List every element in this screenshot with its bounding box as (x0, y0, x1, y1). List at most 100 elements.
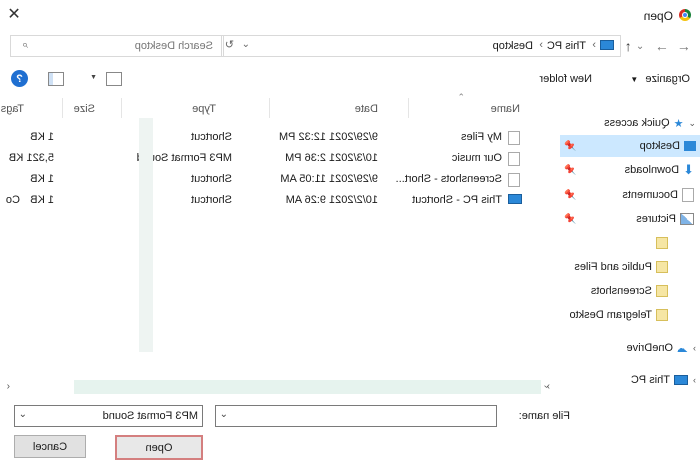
sidebar-item-screenshots[interactable]: Screenshots (560, 280, 700, 302)
sidebar-item-label: Downloads (624, 164, 680, 176)
scroll-left-icon[interactable]: ‹ (7, 381, 10, 392)
this-pc-label: This PC (630, 374, 670, 386)
cancel-label: Cancel (32, 440, 68, 453)
folder-icon (656, 309, 668, 321)
file-type: Shortcut (191, 194, 232, 206)
file-size: 1 KB (30, 131, 54, 143)
caret-down-icon: ▼ (630, 75, 639, 84)
sidebar-item-telegram-desktop[interactable]: Telegram Deskto (560, 304, 700, 326)
file-date: 9/29/2021 11:05 AM (280, 173, 378, 185)
pin-icon: 📌 (564, 164, 577, 176)
view-caret-icon[interactable]: ▼ (90, 74, 97, 81)
forward-arrow-icon: → (655, 38, 669, 54)
cancel-button[interactable]: Cancel (14, 435, 86, 458)
table-row[interactable]: Our music 10/3/2021 2:36 PM MP3 Format S… (0, 148, 560, 169)
breadcrumb-separator-icon: › (592, 39, 596, 51)
sidebar-item-label: Public and Files (574, 261, 652, 273)
search-placeholder: Search Desktop (134, 40, 213, 52)
preview-pane-icon[interactable] (48, 72, 64, 86)
vertical-scrollbar[interactable] (139, 118, 153, 352)
folder-icon (656, 261, 668, 273)
open-label: Open (145, 441, 173, 454)
organize-label: Organize (645, 73, 690, 85)
file-date: 10/2/2021 9:26 AM (285, 194, 378, 206)
address-bar[interactable]: › This PC › Desktop ⌄ ↻ (221, 35, 621, 57)
column-header-size[interactable]: Size (74, 103, 95, 115)
monitor-icon (600, 40, 614, 50)
scroll-down-icon[interactable]: › (541, 385, 552, 388)
navigation-pane: ⌄ ★ Quick access Desktop 📌 ⬇ Downloads 📌… (560, 112, 700, 392)
column-divider[interactable] (121, 98, 122, 118)
horizontal-scrollbar[interactable] (74, 380, 541, 394)
file-name: Our music (451, 152, 502, 164)
file-name: Screenshots - Short... (395, 173, 502, 185)
star-icon: ★ (673, 117, 684, 130)
view-options-icon[interactable] (106, 72, 122, 86)
column-divider[interactable] (408, 98, 409, 118)
onedrive-label: OneDrive (626, 342, 673, 354)
file-tags: Co (5, 194, 20, 206)
file-name-input[interactable]: ⌄ (215, 405, 497, 427)
sidebar-item-public-and-files[interactable]: Public and Files (560, 256, 700, 278)
column-divider[interactable] (62, 98, 63, 118)
up-arrow-icon: ↑ (624, 38, 632, 54)
chrome-icon (679, 9, 691, 21)
chevron-right-icon: › (693, 343, 696, 353)
pin-icon: 📌 (564, 189, 577, 201)
file-name: This PC - Shortcut (412, 194, 502, 206)
cloud-icon: ☁ (677, 342, 688, 355)
refresh-icon[interactable]: ↻ (225, 38, 234, 51)
table-row[interactable]: Screenshots - Short... 9/29/2021 11:05 A… (0, 169, 560, 190)
back-button[interactable]: ← (674, 36, 694, 56)
sidebar-item-downloads[interactable]: ⬇ Downloads 📌 (560, 159, 700, 181)
file-type: Shortcut (191, 131, 232, 143)
sidebar-item-pictures[interactable]: Pictures 📌 (560, 208, 700, 230)
sidebar-item-this-pc[interactable]: › This PC (560, 369, 700, 391)
sidebar-item-label: Desktop (639, 140, 680, 152)
filter-value: MP3 Format Sound (102, 410, 198, 422)
sidebar-item-label: Telegram Deskto (569, 309, 652, 321)
sidebar-item-desktop[interactable]: Desktop 📌 (560, 135, 700, 157)
sort-indicator-icon: ⌃ (457, 92, 465, 102)
close-button[interactable]: ✕ (0, 0, 28, 28)
breadcrumb-separator-icon: › (539, 39, 543, 51)
breadcrumb-desktop[interactable]: Desktop (493, 40, 533, 52)
address-dropdown-icon[interactable]: ⌄ (242, 39, 250, 50)
folder-icon (656, 285, 668, 297)
close-icon: ✕ (7, 6, 21, 23)
open-button[interactable]: Open (115, 435, 203, 460)
sidebar-item-onedrive[interactable]: › ☁ OneDrive (560, 337, 700, 359)
sidebar-item-documents[interactable]: Documents 📌 (560, 184, 700, 206)
breadcrumb-this-pc[interactable]: This PC (547, 40, 586, 52)
column-divider[interactable] (269, 98, 270, 118)
monitor-icon (684, 141, 696, 151)
sidebar-item-folder[interactable] (560, 232, 700, 254)
help-icon[interactable]: ? (11, 70, 28, 87)
open-dialog: Open ✕ ← → ⌄ ↑ › This PC › Desktop ⌄ ↻ S… (0, 0, 700, 471)
new-folder-button[interactable]: New folder (539, 73, 592, 85)
table-row[interactable]: My Files 9/29/2021 12:32 PM Shortcut 1 K… (0, 127, 560, 148)
sidebar-item-label: Pictures (636, 213, 676, 225)
file-name-label: File name: (518, 410, 570, 422)
column-header-date[interactable]: Date (355, 103, 378, 115)
column-header-name[interactable]: Name (491, 103, 520, 115)
sidebar-item-quick-access[interactable]: ⌄ ★ Quick access (560, 112, 700, 134)
quick-access-label: Quick access (604, 117, 670, 129)
chevron-down-icon: ⌄ (688, 117, 696, 128)
column-header-type[interactable]: Type (192, 103, 216, 115)
back-arrow-icon: ← (677, 38, 691, 54)
organize-button[interactable]: Organize ▼ (630, 73, 690, 85)
forward-button[interactable]: → (652, 36, 672, 56)
file-date: 10/3/2021 2:36 PM (285, 152, 378, 164)
audio-file-icon (508, 152, 520, 169)
table-row[interactable]: This PC - Shortcut 10/2/2021 9:26 AM Sho… (0, 190, 560, 211)
file-type-filter-select[interactable]: MP3 Format Sound ⌄ (14, 405, 203, 427)
up-button[interactable]: ↑ (618, 36, 638, 56)
file-date: 9/29/2021 12:32 PM (278, 131, 378, 143)
file-type: Shortcut (191, 173, 232, 185)
column-header-tags[interactable]: Tags (1, 103, 24, 115)
chevron-down-icon: ⌄ (18, 409, 27, 420)
monitor-icon (508, 194, 522, 207)
search-input[interactable]: Search Desktop ⌕ (10, 35, 224, 57)
file-list: My Files 9/29/2021 12:32 PM Shortcut 1 K… (0, 127, 560, 217)
